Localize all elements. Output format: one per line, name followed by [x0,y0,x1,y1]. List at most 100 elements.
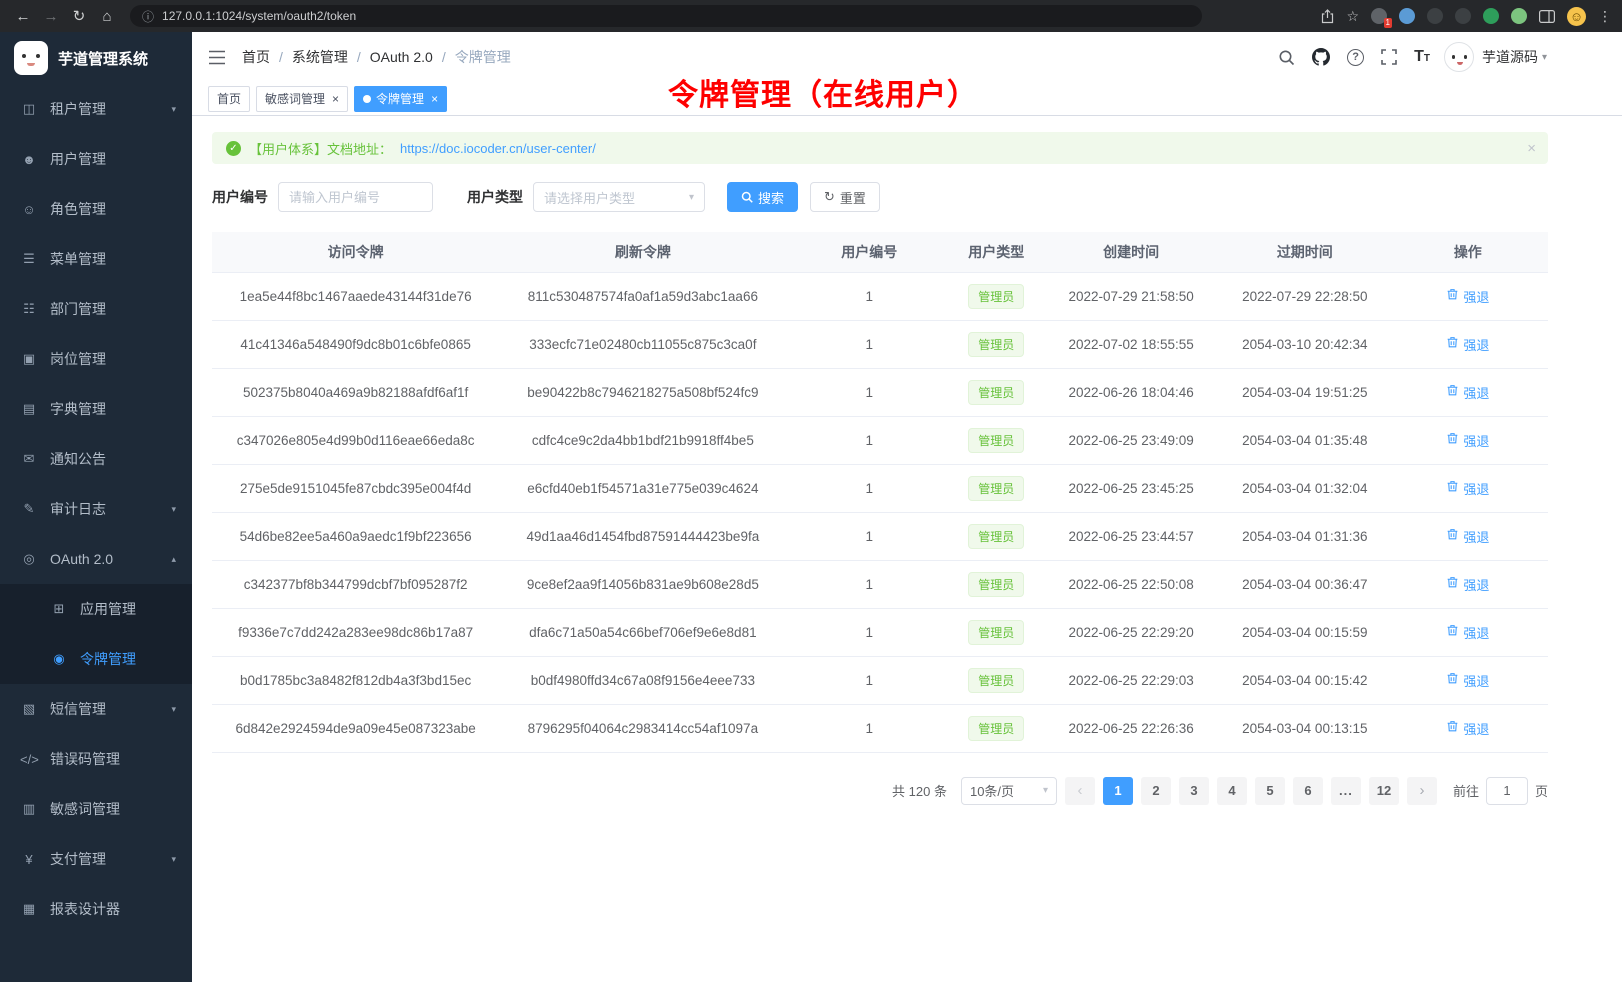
sidebar-item-oauth2[interactable]: ◎OAuth 2.0▴ [0,534,192,584]
cell-expire-time: 2054-03-04 00:15:42 [1222,656,1388,704]
sidebar-item-report-designer[interactable]: ▦报表设计器 [0,884,192,934]
force-logout-button[interactable]: 强退 [1446,575,1489,594]
sidebar-item-dept[interactable]: ☷部门管理 [0,284,192,334]
force-logout-button[interactable]: 强退 [1446,719,1489,738]
goto-page-input[interactable] [1486,777,1528,805]
bookmark-star-icon[interactable]: ☆ [1346,8,1359,25]
cell-expire-time: 2054-03-04 01:35:48 [1222,416,1388,464]
tab-item[interactable]: 敏感词管理× [256,86,348,112]
breadcrumb-item[interactable]: 系统管理 [292,47,348,67]
user-type-select[interactable]: 请选择用户类型 ▾ [533,182,705,212]
search-button[interactable]: 搜索 [727,182,798,212]
page-size-select[interactable]: 10条/页 ▾ [961,777,1057,805]
force-logout-button[interactable]: 强退 [1446,335,1489,354]
breadcrumb-item[interactable]: 首页 [242,47,270,67]
cell-refresh-token: 8796295f04064c2983414cc54af1097a [499,704,786,752]
trash-icon [1446,720,1459,736]
page-number-button[interactable]: 4 [1217,777,1247,805]
force-logout-button[interactable]: 强退 [1446,431,1489,450]
sidebar-item-token[interactable]: ◉令牌管理 [0,634,192,684]
success-alert: ✓ 【用户体系】文档地址： https://doc.iocoder.cn/use… [212,132,1548,164]
tab-close-icon[interactable]: × [332,92,339,106]
sidebar-item-notice[interactable]: ✉通知公告 [0,434,192,484]
page-number-button[interactable]: 6 [1293,777,1323,805]
sidebar-item-label: 应用管理 [80,599,176,619]
extension-dark-2-icon[interactable] [1455,8,1471,24]
page-number-button[interactable]: 1 [1103,777,1133,805]
force-logout-button[interactable]: 强退 [1446,671,1489,690]
force-logout-label: 强退 [1463,719,1489,738]
sidebar-item-app[interactable]: ⊞应用管理 [0,584,192,634]
extension-puzzle-icon[interactable] [1511,8,1527,24]
font-size-icon[interactable]: TT [1414,48,1430,66]
split-view-icon[interactable] [1539,10,1555,23]
browser-nav-buttons: ←→↻⌂ [10,4,120,28]
address-bar[interactable]: ⓘ 127.0.0.1:1024/system/oauth2/token [130,5,1202,27]
extension-dark-1-icon[interactable] [1427,8,1443,24]
sidebar-item-menu[interactable]: ☰菜单管理 [0,234,192,284]
sidebar-item-role[interactable]: ☺角色管理 [0,184,192,234]
app-logo-row[interactable]: 芋道管理系统 [0,32,192,84]
extension-blue-icon[interactable] [1399,8,1415,24]
user-type-tag: 管理员 [968,332,1024,357]
extension-green-icon[interactable] [1483,8,1499,24]
tab-item[interactable]: 令牌管理× [354,86,447,112]
sidebar-item-user[interactable]: ☻用户管理 [0,134,192,184]
menu-kebab-icon[interactable]: ⋮ [1598,8,1612,25]
back-icon[interactable]: ← [10,4,36,28]
cell-user-id: 1 [786,464,952,512]
sidebar-item-tenant[interactable]: ◫租户管理▾ [0,84,192,134]
cell-action: 强退 [1388,704,1548,752]
force-logout-button[interactable]: 强退 [1446,623,1489,642]
trash-icon [1446,480,1459,496]
breadcrumb-item[interactable]: OAuth 2.0 [370,49,433,65]
fullscreen-icon[interactable] [1381,49,1397,65]
site-info-icon[interactable]: ⓘ [142,8,154,25]
sidebar-item-dict[interactable]: ▤字典管理 [0,384,192,434]
github-icon[interactable] [1312,48,1330,66]
user-avatar[interactable] [1444,42,1474,72]
home-icon[interactable]: ⌂ [94,4,120,28]
pagination-ellipsis[interactable]: ... [1331,777,1361,805]
reset-button[interactable]: ↻ 重置 [810,182,880,212]
sidebar-item-sms[interactable]: ▧短信管理▾ [0,684,192,734]
sms-icon: ▧ [20,701,38,717]
search-icon[interactable] [1278,49,1295,66]
sidebar-item-post[interactable]: ▣岗位管理 [0,334,192,384]
user-menu-caret-icon[interactable]: ▾ [1542,52,1547,63]
force-logout-button[interactable]: 强退 [1446,287,1489,306]
sidebar-item-label: 令牌管理 [80,649,176,669]
user-id-input[interactable] [278,182,433,212]
doc-link[interactable]: https://doc.iocoder.cn/user-center/ [400,141,596,156]
page-number-button[interactable]: 5 [1255,777,1285,805]
cell-access-token: c347026e805e4d99b0d116eae66eda8c [212,416,499,464]
tab-item[interactable]: 首页 [208,86,250,112]
prev-page-button[interactable]: ‹ [1065,777,1095,805]
page-number-button[interactable]: 12 [1369,777,1399,805]
next-page-button[interactable]: › [1407,777,1437,805]
help-icon[interactable]: ? [1347,49,1364,66]
page-number-button[interactable]: 2 [1141,777,1171,805]
force-logout-button[interactable]: 强退 [1446,479,1489,498]
share-icon[interactable] [1321,9,1334,24]
extension-red-badge-icon[interactable]: 1 [1371,8,1387,24]
alert-close-icon[interactable]: × [1527,140,1536,157]
profile-avatar[interactable]: ☺ [1567,7,1586,26]
force-logout-label: 强退 [1463,575,1489,594]
user-name[interactable]: 芋道源码 [1482,47,1538,67]
oauth2-icon: ◎ [20,551,38,567]
force-logout-button[interactable]: 强退 [1446,383,1489,402]
page-number-button[interactable]: 3 [1179,777,1209,805]
cell-action: 强退 [1388,656,1548,704]
sidebar-item-pay[interactable]: ¥支付管理▾ [0,834,192,884]
tab-close-icon[interactable]: × [431,92,438,106]
force-logout-button[interactable]: 强退 [1446,527,1489,546]
cell-create-time: 2022-06-25 22:29:03 [1040,656,1222,704]
forward-icon[interactable]: → [38,4,64,28]
sidebar-item-error-code[interactable]: </>错误码管理 [0,734,192,784]
navbar-icons: ? TT [1278,48,1430,66]
sidebar-toggle-icon[interactable] [208,50,226,65]
sidebar-item-audit-log[interactable]: ✎审计日志▾ [0,484,192,534]
refresh-icon[interactable]: ↻ [66,4,92,28]
sidebar-item-sensitive-word[interactable]: ▥敏感词管理 [0,784,192,834]
